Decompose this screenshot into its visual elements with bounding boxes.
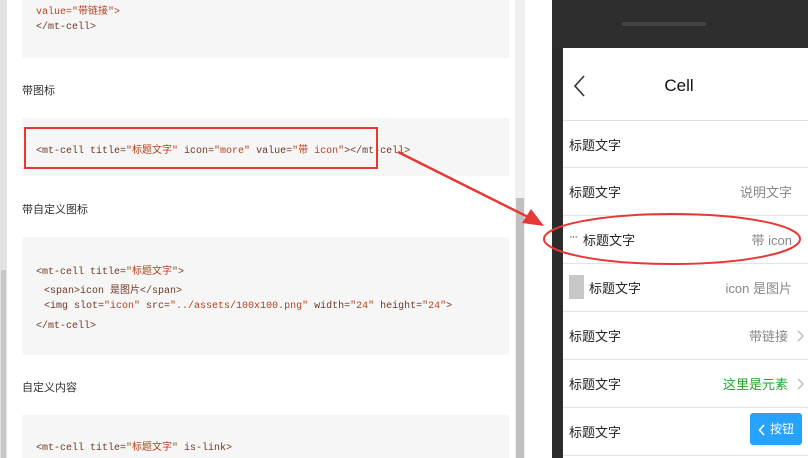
cell-title: 标题文字 <box>569 329 622 344</box>
scrollbar-thumb[interactable] <box>516 198 524 458</box>
code-block-custom-icon: <mt-cell title="标题文字"> <span>icon 是图片</s… <box>22 237 509 355</box>
code-block-custom-content: <mt-cell title="标题文字" is-link> <box>22 415 509 458</box>
cell-item[interactable]: 标题文字 说明文字 <box>563 167 808 216</box>
navbar: Cell <box>563 48 808 121</box>
code-line: </mt-cell> <box>36 22 97 33</box>
mini-button-label: 按钮 <box>769 422 794 436</box>
chevron-left-icon <box>758 424 765 436</box>
cell-value: icon 是图片 <box>725 281 792 296</box>
cell-value: 说明文字 <box>739 185 792 200</box>
section-title-custom-content: 自定义内容 <box>22 382 77 394</box>
cell-title: 标题文字 <box>569 425 622 440</box>
cell-item-link[interactable]: 标题文字 带链接 <box>563 311 808 360</box>
cell-value-element: 这里是元素 <box>722 377 788 392</box>
chevron-right-icon <box>797 378 804 390</box>
nav-title: Cell <box>664 76 694 95</box>
highlight-box <box>24 127 378 169</box>
cell-item-image-icon[interactable]: 标题文字 icon 是图片 <box>563 263 808 312</box>
cell-value: 带链接 <box>748 329 788 344</box>
image-icon <box>569 275 584 299</box>
section-title-icon: 带图标 <box>22 85 55 97</box>
chevron-right-icon <box>797 330 804 342</box>
left-scroll-thumb[interactable] <box>1 270 6 458</box>
code-line: value="带链接"> <box>36 7 121 18</box>
code-block-link: value="带链接"> </mt-cell> <box>22 0 509 58</box>
cell-item-element[interactable]: 标题文字 这里是元素 <box>563 359 808 408</box>
more-icon: ··· <box>569 231 578 243</box>
cell-item-button[interactable]: 标题文字 按钮 <box>563 407 808 456</box>
code-line: <img slot="icon" src="../assets/100x100.… <box>44 301 453 312</box>
cell-item-icon[interactable]: ··· 标题文字 带 icon <box>563 215 808 264</box>
code-line: </mt-cell> <box>36 321 97 332</box>
phone-speaker <box>622 22 706 26</box>
cell-value: 带 icon <box>751 233 792 248</box>
mini-button[interactable]: 按钮 <box>750 413 802 445</box>
cell-title: 标题文字 <box>569 185 622 200</box>
section-title-custom-icon: 带自定义图标 <box>22 204 88 216</box>
cell-item[interactable]: 标题文字 <box>563 120 808 168</box>
divider <box>525 0 552 458</box>
cell-title: 标题文字 <box>589 281 642 296</box>
code-line: <mt-cell title="标题文字"> <box>36 267 185 278</box>
cell-title: 标题文字 <box>569 138 622 153</box>
phone-screen: Cell 标题文字 标题文字 说明文字 ··· 标题文字 带 icon 标题文字… <box>563 48 808 458</box>
code-line: <span>icon 是图片</span> <box>44 286 183 297</box>
cell-title: 标题文字 <box>569 377 622 392</box>
cell-title: 标题文字 <box>583 233 636 248</box>
docs-pane: value="带链接"> </mt-cell> 带图标 <mt-cell tit… <box>0 0 515 458</box>
code-line: <mt-cell title="标题文字" is-link> <box>36 443 233 454</box>
